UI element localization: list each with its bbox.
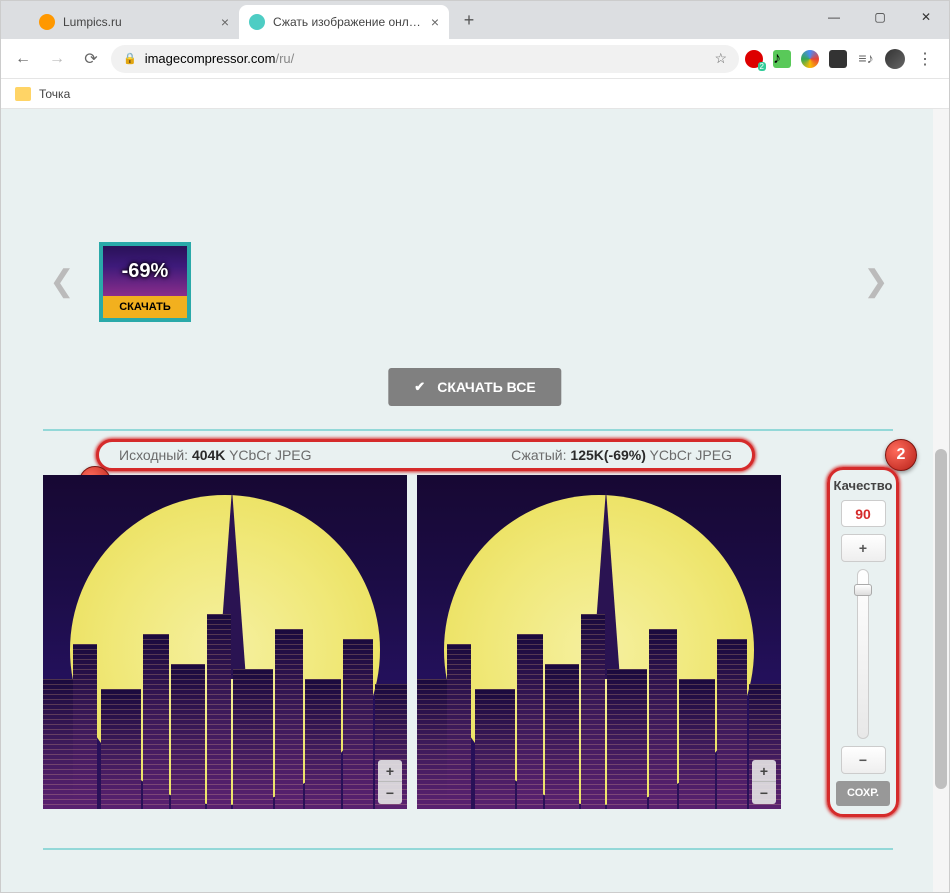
browser-window: Lumpics.ru × Сжать изображение онлайн × …	[0, 0, 950, 893]
minimize-button[interactable]: —	[811, 1, 857, 33]
thumbnail-card[interactable]: -69% СКАЧАТЬ	[99, 242, 191, 322]
carousel-prev-button[interactable]: ❮	[47, 259, 77, 303]
zoom-out-button[interactable]: −	[378, 782, 402, 804]
browser-tab-active[interactable]: Сжать изображение онлайн ×	[239, 5, 449, 39]
quality-label: Качество	[834, 478, 893, 493]
window-controls: — ▢ ✕	[811, 1, 949, 33]
maximize-button[interactable]: ▢	[857, 1, 903, 33]
extension-icon[interactable]	[829, 50, 847, 68]
browser-tab[interactable]: Lumpics.ru ×	[29, 5, 239, 39]
extension-icon[interactable]: 2	[745, 50, 763, 68]
save-button[interactable]: СОХР.	[836, 781, 890, 806]
compression-info-bar: Исходный: 404K YCbCr JPEG Сжатый: 125K(-…	[96, 439, 755, 471]
tab-title: Сжать изображение онлайн	[273, 15, 423, 29]
divider	[43, 848, 893, 850]
close-icon[interactable]: ×	[221, 14, 229, 30]
compressed-preview[interactable]: + −	[417, 475, 781, 809]
carousel-next-button[interactable]: ❯	[861, 259, 891, 303]
divider	[43, 429, 893, 431]
quality-decrease-button[interactable]: −	[841, 746, 886, 773]
quality-slider[interactable]	[857, 569, 869, 740]
slider-thumb[interactable]	[854, 584, 872, 596]
extension-icon[interactable]	[801, 50, 819, 68]
thumbnail-image: -69%	[103, 246, 187, 296]
back-button[interactable]: ←	[9, 45, 37, 73]
tab-favicon-icon	[249, 14, 265, 30]
download-button[interactable]: СКАЧАТЬ	[103, 296, 187, 318]
quality-input[interactable]	[841, 500, 886, 527]
close-window-button[interactable]: ✕	[903, 1, 949, 33]
bookmark-star-icon[interactable]: ☆	[714, 50, 727, 67]
menu-button[interactable]: ⋮	[915, 49, 935, 69]
address-bar: ← → ⟳ 🔒 imagecompressor.com/ru/ ☆ 2 ♪ ≡♪…	[1, 39, 949, 79]
url-input[interactable]: 🔒 imagecompressor.com/ru/ ☆	[111, 45, 739, 73]
profile-avatar[interactable]	[885, 49, 905, 69]
download-all-button[interactable]: ✔ СКАЧАТЬ ВСЕ	[388, 368, 561, 406]
compressed-info: Сжатый: 125K(-69%) YCbCr JPEG	[511, 447, 732, 463]
zoom-out-button[interactable]: −	[752, 782, 776, 804]
annotation-marker: 2	[885, 439, 917, 471]
bookmark-folder[interactable]: Точка	[39, 87, 70, 101]
folder-icon	[15, 87, 31, 101]
forward-button[interactable]: →	[43, 45, 71, 73]
zoom-controls: + −	[752, 760, 776, 804]
lock-icon: 🔒	[123, 52, 137, 65]
reload-button[interactable]: ⟳	[77, 45, 105, 73]
new-tab-button[interactable]: +	[455, 6, 483, 34]
zoom-controls: + −	[378, 760, 402, 804]
compression-percent: -69%	[122, 260, 169, 283]
zoom-in-button[interactable]: +	[378, 760, 402, 782]
original-info: Исходный: 404K YCbCr JPEG	[119, 447, 312, 463]
extension-icon[interactable]: ♪	[773, 50, 791, 68]
bookmarks-bar: Точка	[1, 79, 949, 109]
tab-title: Lumpics.ru	[63, 15, 213, 29]
extension-icons: 2 ♪ ≡♪ ⋮	[745, 49, 941, 69]
quality-panel: Качество + − СОХР.	[827, 467, 899, 817]
close-icon[interactable]: ×	[431, 14, 439, 30]
url-text: imagecompressor.com/ru/	[145, 51, 295, 66]
reading-list-icon[interactable]: ≡♪	[857, 50, 875, 68]
original-preview[interactable]: + −	[43, 475, 407, 809]
scrollbar[interactable]	[933, 109, 949, 892]
scrollbar-thumb[interactable]	[935, 449, 947, 789]
title-bar: Lumpics.ru × Сжать изображение онлайн × …	[1, 1, 949, 39]
check-icon: ✔	[414, 379, 425, 395]
page-content: ❮ ❯ -69% СКАЧАТЬ ✔ СКАЧАТЬ ВСЕ Исходный:…	[1, 109, 949, 892]
tab-favicon-icon	[39, 14, 55, 30]
quality-increase-button[interactable]: +	[841, 534, 886, 561]
download-all-label: СКАЧАТЬ ВСЕ	[437, 379, 535, 395]
zoom-in-button[interactable]: +	[752, 760, 776, 782]
